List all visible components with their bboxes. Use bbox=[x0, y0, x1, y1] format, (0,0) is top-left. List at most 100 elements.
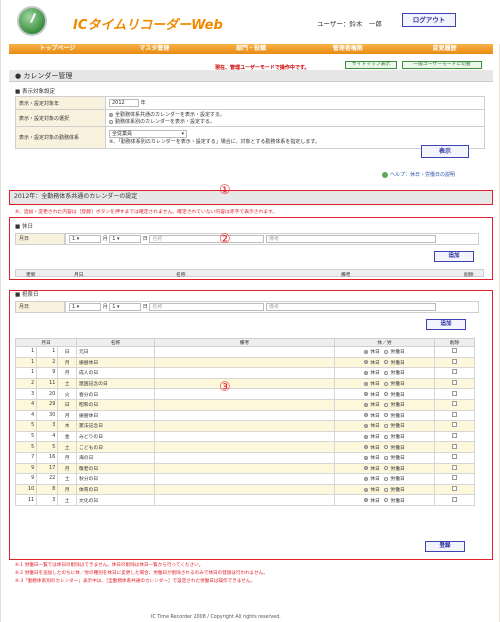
switch-mode-button[interactable]: 一般ユーザーモードに切替 bbox=[402, 61, 482, 69]
header: ICタイムリコーダーWeb ユーザー：鈴木 一郎 ログアウト bbox=[1, 0, 500, 44]
notes: ※.1 労働日一覧では休日の削除はできません。休日の削除は休日一覧から行ってくだ… bbox=[15, 562, 268, 586]
closed-col-delete: 削除 bbox=[464, 273, 474, 278]
year-input[interactable]: 2012 bbox=[109, 99, 139, 107]
radio-rest[interactable] bbox=[364, 445, 369, 450]
delete-checkbox[interactable] bbox=[452, 358, 457, 364]
row-name: 振替休日 bbox=[76, 409, 155, 422]
row-day: 2 bbox=[36, 356, 59, 369]
nav-department[interactable]: 部門・役職 bbox=[203, 44, 300, 54]
closed-note-input[interactable]: 備考 bbox=[266, 235, 436, 243]
radio-work[interactable] bbox=[384, 360, 389, 365]
nav-master[interactable]: マスタ管理 bbox=[106, 44, 203, 54]
closed-month-select[interactable]: 1 ▾ bbox=[69, 235, 101, 243]
row-delete bbox=[434, 451, 475, 464]
radio-rest[interactable] bbox=[364, 487, 369, 492]
delete-checkbox[interactable] bbox=[452, 464, 457, 470]
closed-day-select[interactable]: 1 ▾ bbox=[109, 235, 142, 243]
radio-rest[interactable] bbox=[364, 402, 369, 407]
display-button[interactable]: 表示 bbox=[421, 145, 469, 158]
table-row: 10 8 月体育の日 休日 労働日 bbox=[14, 483, 475, 496]
radio-work[interactable] bbox=[384, 498, 389, 503]
radio-rest[interactable] bbox=[364, 476, 369, 481]
radio-work[interactable] bbox=[384, 370, 389, 375]
radio-rest[interactable] bbox=[364, 360, 369, 365]
delete-checkbox[interactable] bbox=[452, 380, 457, 386]
delete-checkbox[interactable] bbox=[452, 486, 457, 492]
delete-checkbox[interactable] bbox=[452, 475, 457, 481]
nav-admin[interactable]: 管理者権限 bbox=[299, 44, 396, 54]
radio-work[interactable] bbox=[384, 413, 389, 418]
radio-rest[interactable] bbox=[364, 455, 369, 460]
radio-rest[interactable] bbox=[364, 466, 369, 471]
system-select-value: 全従業員 bbox=[112, 131, 133, 137]
closed-name-input[interactable]: 名称 bbox=[149, 235, 265, 243]
work-label: 労働日 bbox=[390, 488, 405, 494]
sitemap-button[interactable]: サイトマップ表示 bbox=[345, 61, 397, 69]
delete-checkbox[interactable] bbox=[452, 454, 457, 460]
delete-checkbox[interactable] bbox=[452, 390, 457, 396]
radio-work[interactable] bbox=[384, 392, 389, 397]
radio-rest[interactable] bbox=[364, 392, 369, 397]
radio-rest[interactable] bbox=[364, 413, 369, 418]
table-row: 1 2 月振替休日 休日 労働日 bbox=[14, 356, 475, 369]
radio-common[interactable] bbox=[109, 112, 113, 117]
work-label: 労働日 bbox=[390, 413, 405, 419]
radio-work[interactable] bbox=[384, 445, 389, 450]
holidays-form-row: 1 ▾ 月 1 ▾ 日 名称 備考 bbox=[65, 301, 479, 313]
delete-checkbox[interactable] bbox=[452, 443, 457, 449]
radio-rest[interactable] bbox=[364, 381, 369, 386]
radio-rest[interactable] bbox=[364, 349, 369, 354]
nav-top[interactable]: トップページ bbox=[9, 44, 106, 54]
work-label: 労働日 bbox=[390, 371, 405, 377]
year-label: 表示・設定対象年 bbox=[15, 96, 106, 110]
help-link[interactable]: ヘルプ：休日・労働日の説明 bbox=[382, 171, 455, 178]
nav-history[interactable]: 変更履歴 bbox=[396, 44, 493, 54]
row-note bbox=[154, 367, 335, 379]
rest-label: 休日 bbox=[370, 456, 380, 462]
radio-rest[interactable] bbox=[364, 370, 369, 375]
delete-checkbox[interactable] bbox=[452, 496, 457, 502]
hol-col-note: 備考 bbox=[154, 338, 335, 347]
holidays-day-select[interactable]: 1 ▾ bbox=[109, 303, 142, 311]
row-day: 5 bbox=[36, 441, 59, 453]
delete-checkbox[interactable] bbox=[452, 401, 457, 407]
closed-day-unit: 日 bbox=[142, 236, 148, 242]
work-label: 労働日 bbox=[390, 382, 405, 388]
radio-work[interactable] bbox=[384, 466, 389, 471]
radio-rest[interactable] bbox=[364, 434, 369, 439]
holidays-month-select[interactable]: 1 ▾ bbox=[69, 303, 101, 311]
radio-work[interactable] bbox=[384, 402, 389, 407]
table-row: 2 11 土建国記念の日 休日 労働日 bbox=[14, 377, 475, 390]
delete-checkbox[interactable] bbox=[452, 369, 457, 375]
row-note bbox=[154, 398, 335, 411]
radio-work[interactable] bbox=[384, 434, 389, 439]
row-delete bbox=[434, 367, 475, 379]
radio-work[interactable] bbox=[384, 487, 389, 492]
register-button[interactable]: 登録 bbox=[425, 541, 465, 552]
radio-rest[interactable] bbox=[364, 498, 369, 503]
app-title: ICタイムリコーダーWeb bbox=[73, 18, 223, 33]
holidays-add-button[interactable]: 追加 bbox=[426, 319, 466, 330]
holidays-note-input[interactable]: 備考 bbox=[266, 303, 436, 311]
row-name: 憲法記念日 bbox=[76, 420, 155, 432]
row-delete bbox=[434, 377, 475, 390]
delete-checkbox[interactable] bbox=[452, 348, 457, 354]
radio-rest[interactable] bbox=[364, 423, 369, 428]
system-select[interactable]: 全従業員 ▾ bbox=[109, 130, 187, 138]
radio-work[interactable] bbox=[384, 455, 389, 460]
row-month: 2 bbox=[14, 377, 38, 390]
holidays-name-input[interactable]: 名称 bbox=[149, 303, 265, 311]
radio-work[interactable] bbox=[384, 476, 389, 481]
closed-month-value: 1 bbox=[72, 236, 76, 242]
delete-checkbox[interactable] bbox=[452, 422, 457, 428]
logout-button[interactable]: ログアウト bbox=[402, 13, 456, 27]
closed-add-button[interactable]: 追加 bbox=[434, 251, 474, 262]
delete-checkbox[interactable] bbox=[452, 411, 457, 417]
radio-system[interactable] bbox=[109, 119, 113, 124]
radio-work[interactable] bbox=[384, 381, 389, 386]
delete-checkbox[interactable] bbox=[452, 433, 457, 439]
row-month: 1 bbox=[14, 356, 38, 369]
radio-work[interactable] bbox=[384, 349, 389, 354]
radio-work[interactable] bbox=[384, 423, 389, 428]
row-day: 3 bbox=[36, 420, 59, 432]
